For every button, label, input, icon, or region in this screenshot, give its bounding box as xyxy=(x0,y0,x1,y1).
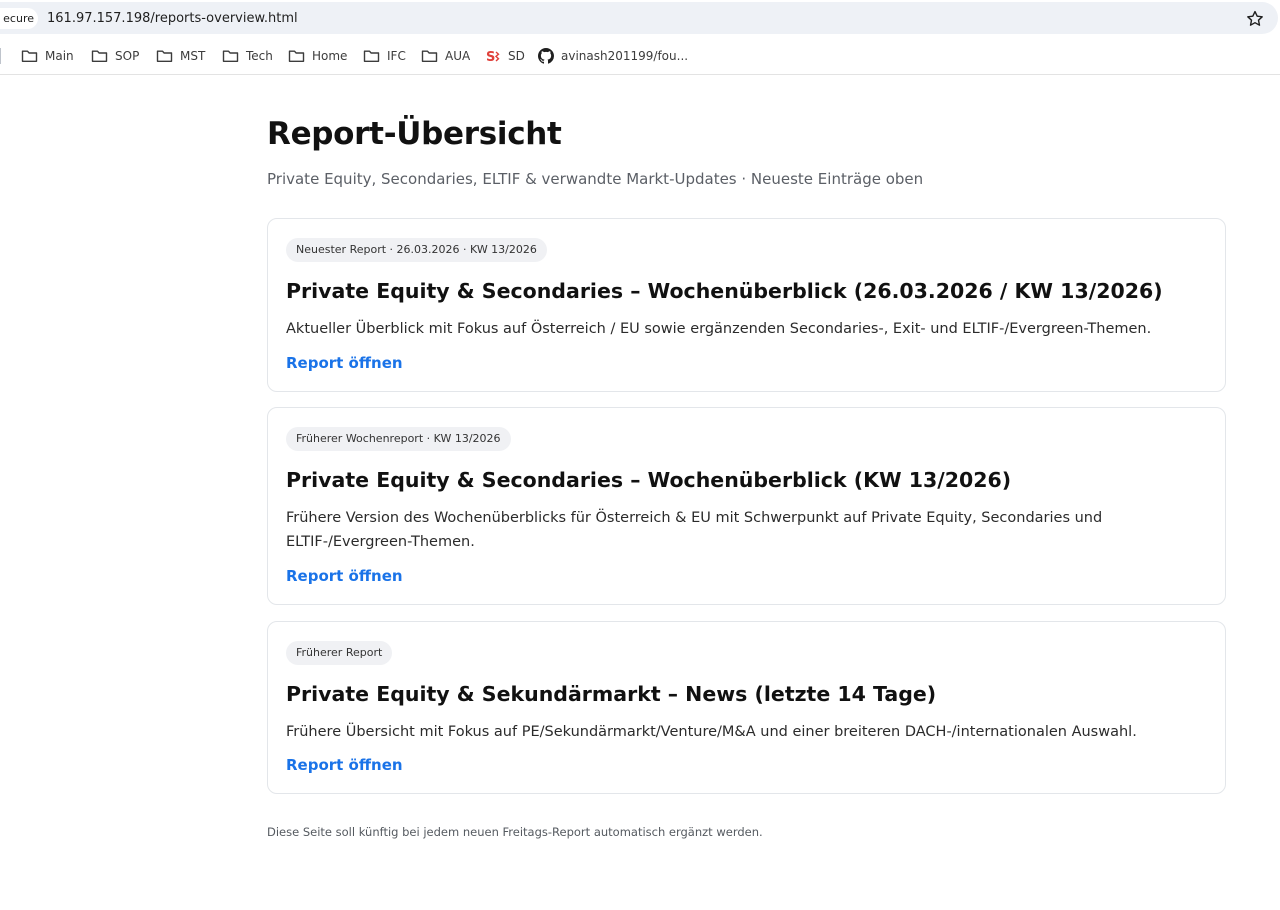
bookmark-label: Home xyxy=(312,49,348,63)
report-title: Private Equity & Secondaries – Wochenübe… xyxy=(286,279,1163,303)
bookmark-ifc[interactable]: IFC xyxy=(363,46,406,66)
report-title: Private Equity & Sekundärmarkt – News (l… xyxy=(286,682,937,706)
folder-icon xyxy=(222,50,239,62)
footer-note: Diese Seite soll künftig bei jedem neuen… xyxy=(267,825,763,839)
folder-icon xyxy=(288,50,305,62)
svg-text:S: S xyxy=(486,50,495,63)
folder-icon xyxy=(363,50,380,62)
bookmark-label: Main xyxy=(45,49,74,63)
bookmark-label: SOP xyxy=(115,49,140,63)
page-title: Report-Übersicht xyxy=(267,116,562,152)
folder-icon xyxy=(91,50,108,62)
folder-icon xyxy=(156,50,173,62)
bookmark-main[interactable]: Main xyxy=(21,46,74,66)
open-report-link[interactable]: Report öffnen xyxy=(286,756,403,774)
report-description: Frühere Version des Wochenüberblicks für… xyxy=(286,510,1103,550)
bookmark-label: AUA xyxy=(445,49,471,63)
report-card: Früherer Wochenreport · KW 13/2026 Priva… xyxy=(267,407,1226,605)
bookmark-label: SD xyxy=(508,49,525,63)
open-report-link[interactable]: Report öffnen xyxy=(286,567,403,585)
bookmark-label: avinash201199/fou... xyxy=(561,49,689,63)
bookmarks-bar: Main SOP MST Tech Home IFC AUA S SD avin… xyxy=(0,38,1280,75)
report-badge: Früherer Report xyxy=(286,641,393,665)
bookmark-mst[interactable]: MST xyxy=(156,46,205,66)
sd-logo-icon: S xyxy=(486,50,500,63)
report-badge: Neuester Report · 26.03.2026 · KW 13/202… xyxy=(286,238,547,262)
bookmarks-divider xyxy=(0,48,1,64)
url-text[interactable]: 161.97.157.198/reports-overview.html xyxy=(47,10,298,28)
report-badge: Früherer Wochenreport · KW 13/2026 xyxy=(286,427,511,451)
bookmark-tech[interactable]: Tech xyxy=(222,46,273,66)
security-chip[interactable]: ecure xyxy=(0,8,38,29)
report-card: Neuester Report · 26.03.2026 · KW 13/202… xyxy=(267,218,1226,392)
report-description: Frühere Übersicht mit Fokus auf PE/Sekun… xyxy=(286,724,1137,740)
open-report-link[interactable]: Report öffnen xyxy=(286,354,403,372)
bookmark-sd[interactable]: S SD xyxy=(486,46,525,66)
bookmark-label: Tech xyxy=(246,49,273,63)
star-icon[interactable] xyxy=(1245,9,1265,29)
bookmark-home[interactable]: Home xyxy=(288,46,347,66)
page-subtitle: Private Equity, Secondaries, ELTIF & ver… xyxy=(267,170,924,188)
bookmark-label: MST xyxy=(180,49,206,63)
bookmark-github[interactable]: avinash201199/fou... xyxy=(538,46,688,66)
folder-icon xyxy=(421,50,438,62)
github-icon xyxy=(538,48,554,64)
bookmark-aua[interactable]: AUA xyxy=(421,46,470,66)
report-card: Früherer Report Private Equity & Sekundä… xyxy=(267,621,1226,794)
bookmark-sop[interactable]: SOP xyxy=(91,46,139,66)
folder-icon xyxy=(21,50,38,62)
report-title: Private Equity & Secondaries – Wochenübe… xyxy=(286,468,1012,492)
report-description: Aktueller Überblick mit Fokus auf Österr… xyxy=(286,321,1152,337)
browser-toolbar: ecure 161.97.157.198/reports-overview.ht… xyxy=(0,0,1280,38)
address-bar[interactable]: ecure 161.97.157.198/reports-overview.ht… xyxy=(0,2,1278,34)
bookmark-label: IFC xyxy=(387,49,406,63)
